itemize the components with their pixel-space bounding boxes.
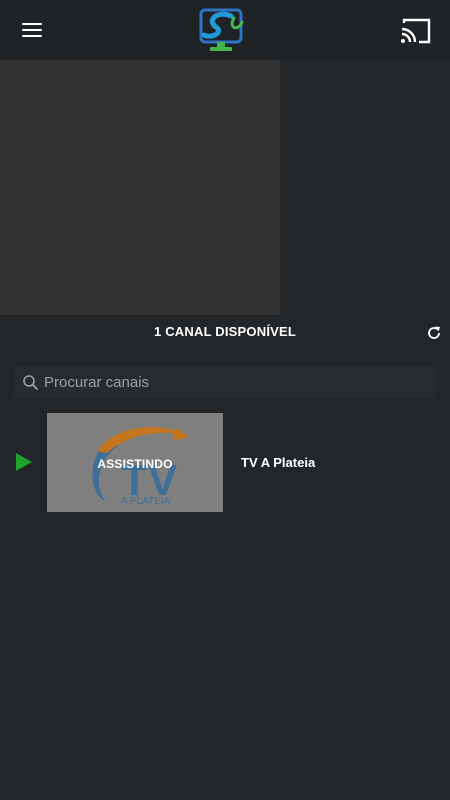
play-icon — [16, 453, 32, 471]
search-icon — [23, 375, 38, 390]
channel-list-item[interactable]: TV A PLATEIA ASSISTINDO TV A Plateia — [0, 410, 450, 514]
video-player[interactable] — [0, 60, 280, 315]
channel-name: TV A Plateia — [241, 455, 316, 470]
tv-logo-icon — [199, 8, 244, 51]
thumbnail-caption: A PLATEIA — [121, 496, 171, 507]
cast-button[interactable] — [398, 15, 434, 47]
top-app-bar — [0, 0, 450, 60]
search-bar[interactable] — [14, 366, 436, 398]
hamburger-menu-icon — [22, 23, 42, 25]
refresh-icon[interactable] — [426, 325, 442, 341]
watching-badge: ASSISTINDO — [97, 457, 173, 471]
search-input[interactable] — [44, 366, 424, 398]
app-screen: 1 CANAL DISPONÍVEL TV A PLATEIA ASSISTIN… — [0, 0, 450, 800]
channel-thumbnail: TV A PLATEIA ASSISTINDO — [47, 413, 223, 512]
menu-button[interactable] — [14, 14, 50, 46]
channel-count-label: 1 CANAL DISPONÍVEL — [153, 324, 297, 339]
cast-icon — [401, 18, 431, 44]
